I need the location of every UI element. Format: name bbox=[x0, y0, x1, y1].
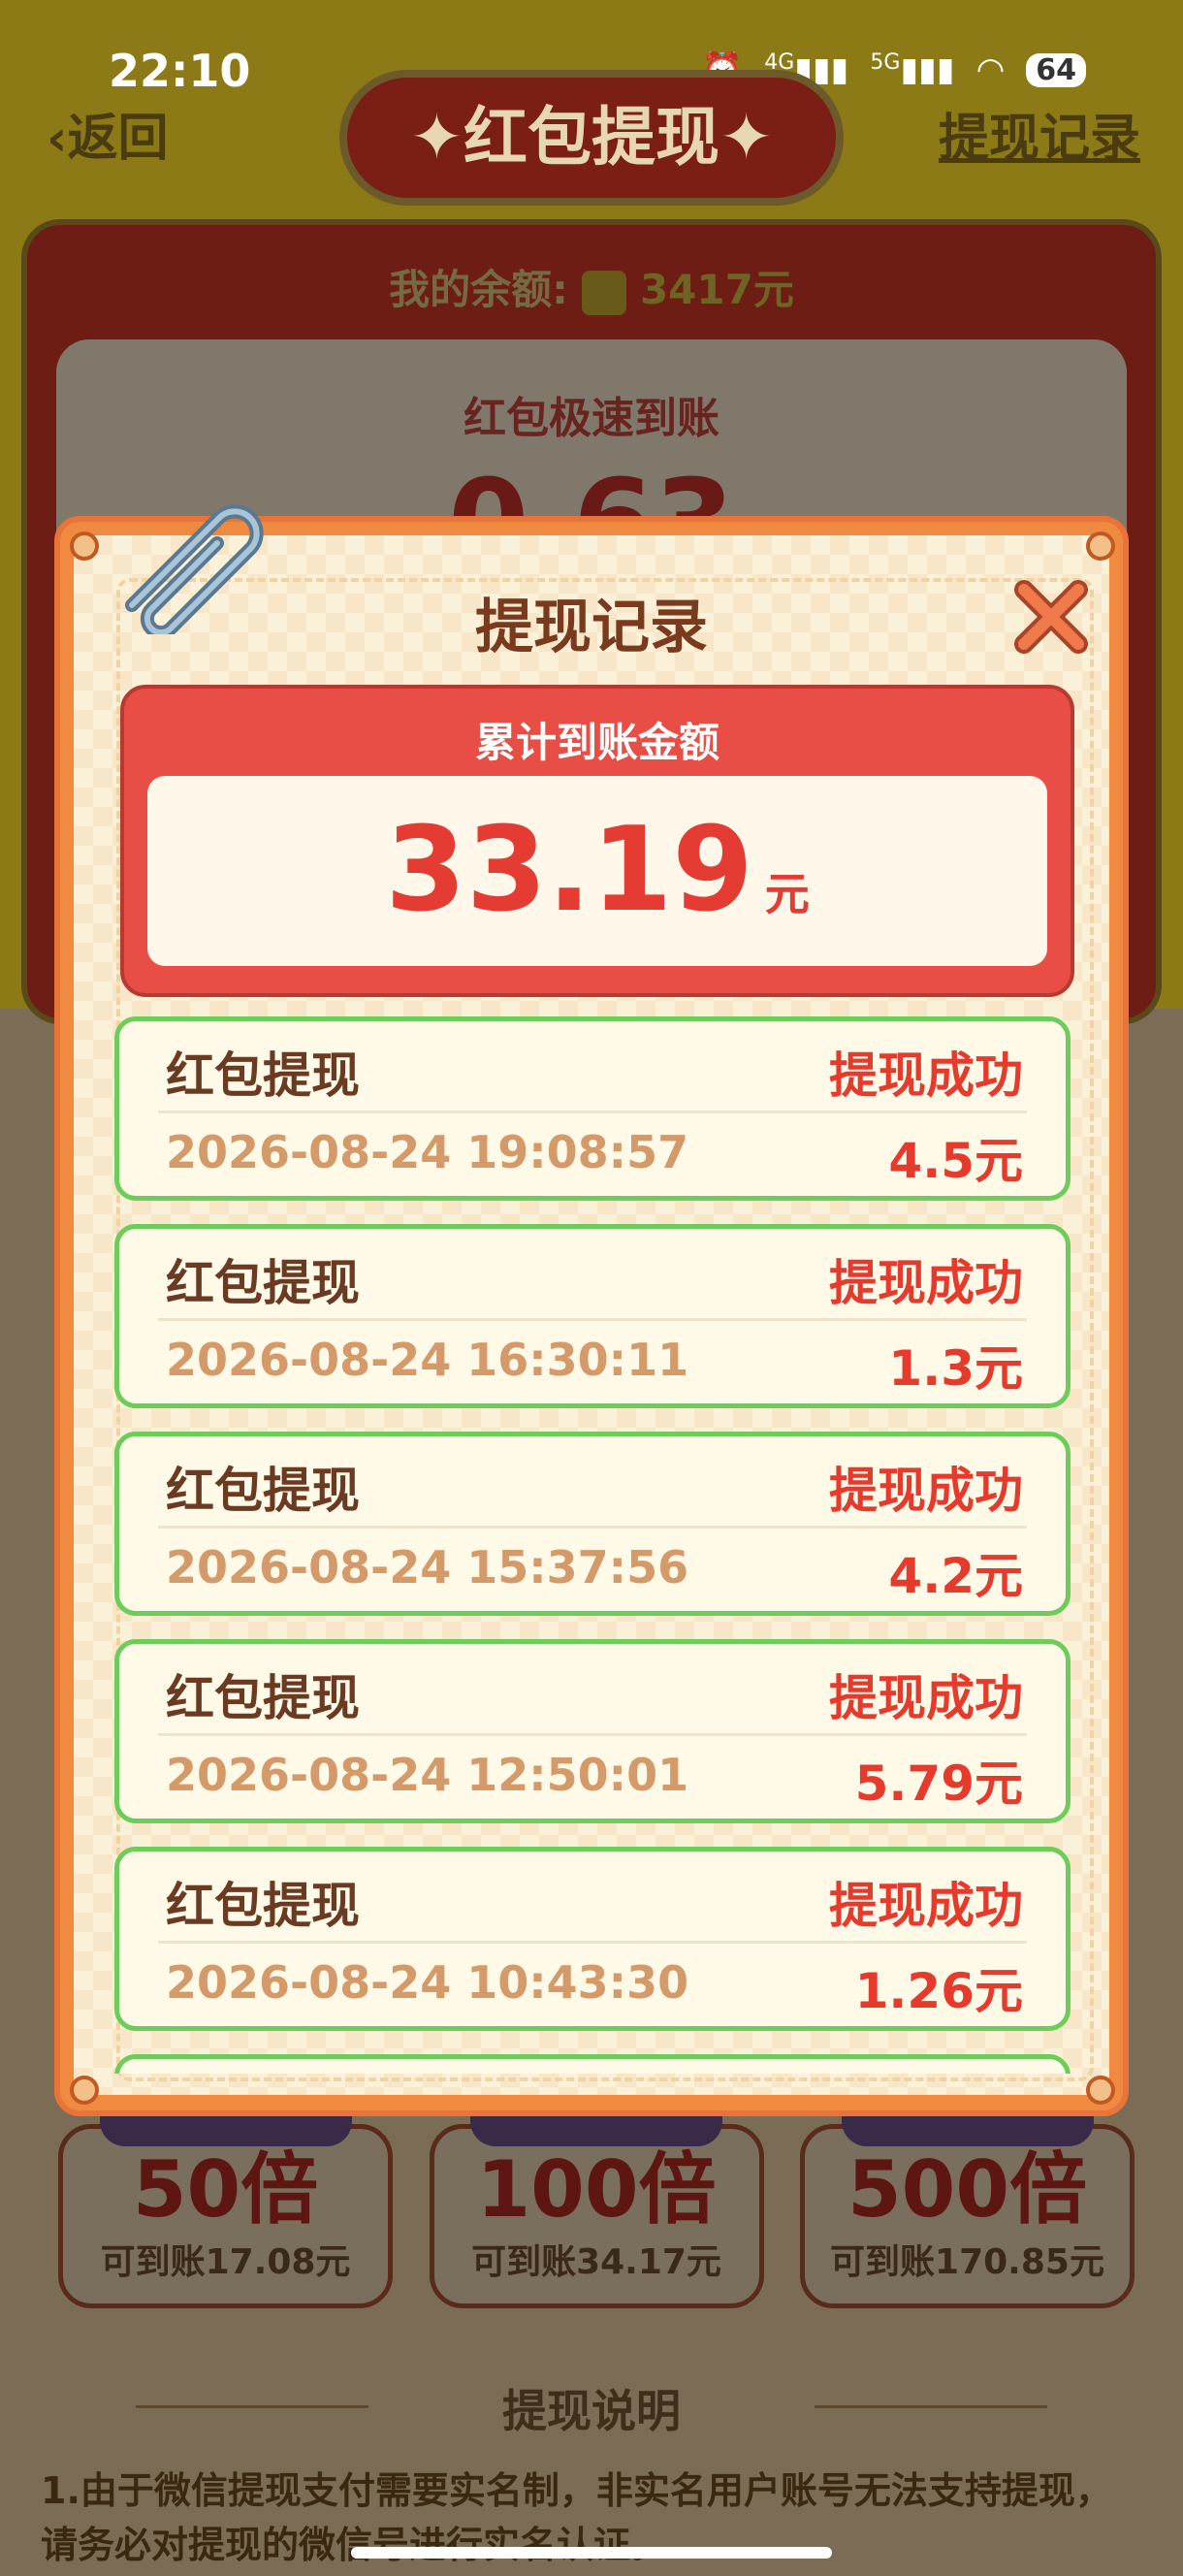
record-amount: 1.26元 bbox=[854, 1963, 1023, 2019]
record-time: 2026-08-24 19:08:57 bbox=[166, 1126, 689, 1178]
total-label: 累计到账金额 bbox=[474, 719, 719, 766]
balance-row: 我的余额: 3417元 bbox=[0, 257, 1183, 316]
balance-label: 我的余额: bbox=[389, 266, 568, 313]
record-time: 2026-08-24 15:37:56 bbox=[166, 1541, 689, 1594]
withdraw-records-link[interactable]: 提现记录 bbox=[939, 97, 1140, 170]
back-label: 返回 bbox=[67, 110, 169, 168]
divider-right bbox=[815, 2405, 1047, 2408]
record-status: 提现成功 bbox=[829, 1878, 1023, 1934]
multiplier-sub: 可到账170.85元 bbox=[830, 2242, 1104, 2282]
record-divider bbox=[158, 1733, 1027, 1736]
wifi-icon: ◠ bbox=[975, 50, 1006, 89]
sparkle-right-icon: ✦ bbox=[719, 100, 774, 175]
record-type: 红包提现 bbox=[166, 1670, 360, 1726]
record-item: 红包提现 提现成功 2026-08-24 15:37:56 4.2元 bbox=[114, 1432, 1071, 1616]
multiplier-option[interactable]: 100倍 可到账34.17元 bbox=[429, 2108, 764, 2308]
record-time: 2026-08-24 16:30:11 bbox=[166, 1334, 689, 1386]
withdraw-records-modal: 提现记录 累计到账金额 33.19 元 红包提现 提现成功 2026-08-24 … bbox=[54, 504, 1129, 2116]
rivet-icon bbox=[1086, 2076, 1115, 2105]
record-amount: 4.5元 bbox=[888, 1133, 1023, 1189]
record-time: 2026-08-24 10:43:30 bbox=[166, 1956, 689, 2009]
record-type: 红包提现 bbox=[166, 1463, 360, 1519]
page-title: ✦红包提现✦ bbox=[339, 70, 844, 206]
total-box: 33.19 元 bbox=[147, 776, 1047, 966]
sparkle-left-icon: ✦ bbox=[409, 100, 464, 175]
record-amount: 5.79元 bbox=[854, 1755, 1023, 1812]
multiplier-value: 500倍 bbox=[847, 2144, 1087, 2235]
record-amount: 1.3元 bbox=[888, 1340, 1023, 1397]
coin-icon bbox=[581, 270, 626, 315]
multiplier-sub: 可到账34.17元 bbox=[471, 2242, 721, 2282]
total-unit: 元 bbox=[764, 868, 810, 920]
explain-title: 提现说明 bbox=[502, 2385, 681, 2437]
rivet-icon bbox=[70, 531, 99, 561]
chevron-left-icon: ‹ bbox=[47, 110, 68, 168]
record-item: 红包提现 提现成功 2026-08-24 19:08:57 4.5元 bbox=[114, 1016, 1071, 1201]
record-divider bbox=[158, 1318, 1027, 1321]
home-indicator[interactable] bbox=[351, 2547, 832, 2559]
record-item: 红包提现 提现成功 2026-08-24 10:43:30 1.26元 bbox=[114, 1847, 1071, 2031]
record-divider bbox=[158, 1526, 1027, 1529]
record-time: 2026-08-24 12:50:01 bbox=[166, 1749, 689, 1801]
record-amount: 4.2元 bbox=[888, 1548, 1023, 1604]
record-item: 红包提现 提现成功 2026-08-24 12:50:01 5.79元 bbox=[114, 1639, 1071, 1823]
multiplier-value: 100倍 bbox=[476, 2144, 717, 2235]
record-item: 红包提现 提现成功 2026-08-24 16:30:11 1.3元 bbox=[114, 1224, 1071, 1408]
speed-text: 红包极速到账 bbox=[464, 394, 719, 443]
record-type: 红包提现 bbox=[166, 1878, 360, 1934]
record-type: 红包提现 bbox=[166, 1047, 360, 1104]
total-value: 33.19 bbox=[385, 803, 753, 938]
close-icon[interactable] bbox=[1010, 576, 1092, 658]
record-divider bbox=[158, 1941, 1027, 1944]
balance-value: 3417元 bbox=[639, 266, 794, 313]
record-divider bbox=[158, 1111, 1027, 1113]
record-status: 提现成功 bbox=[829, 1047, 1023, 1104]
page-title-text: 红包提现 bbox=[464, 100, 719, 175]
net-label-2: 5G bbox=[870, 50, 901, 75]
battery-icon: 64 bbox=[1026, 52, 1086, 87]
rivet-icon bbox=[1086, 531, 1115, 561]
total-received-card: 累计到账金额 33.19 元 bbox=[120, 685, 1074, 997]
signal-5g-icon: 5G▮▮▮ bbox=[870, 50, 955, 89]
multiplier-options: 50倍 可到账17.08元 100倍 可到账34.17元 500倍 可到账170… bbox=[58, 2108, 1135, 2308]
multiplier-sub: 可到账17.08元 bbox=[100, 2242, 351, 2282]
rivet-icon bbox=[70, 2076, 99, 2105]
record-item-partial bbox=[114, 2054, 1071, 2074]
record-type: 红包提现 bbox=[166, 1255, 360, 1311]
record-status: 提现成功 bbox=[829, 1463, 1023, 1519]
record-status: 提现成功 bbox=[829, 1670, 1023, 1726]
records-list[interactable]: 红包提现 提现成功 2026-08-24 19:08:57 4.5元 红包提现 … bbox=[114, 1016, 1080, 2074]
record-status: 提现成功 bbox=[829, 1255, 1023, 1311]
multiplier-option[interactable]: 500倍 可到账170.85元 bbox=[800, 2108, 1135, 2308]
multiplier-value: 50倍 bbox=[132, 2144, 319, 2235]
multiplier-option[interactable]: 50倍 可到账17.08元 bbox=[58, 2108, 393, 2308]
back-button[interactable]: ‹返回 bbox=[47, 97, 168, 170]
status-time: 22:10 bbox=[109, 45, 251, 97]
modal-title: 提现记录 bbox=[475, 594, 708, 661]
